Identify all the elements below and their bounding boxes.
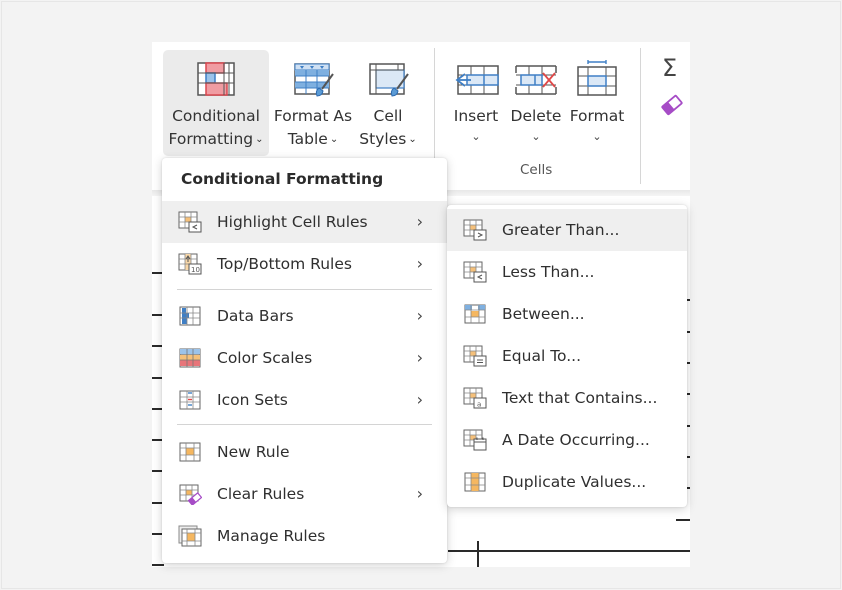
- submenu-item-label: Text that Contains...: [502, 389, 658, 407]
- label-text: Styles: [359, 130, 407, 148]
- clear-rules-icon: [179, 484, 202, 505]
- submenu-item-label: A Date Occurring...: [502, 431, 650, 449]
- grid-line: [676, 519, 690, 521]
- menu-item-manage-rules[interactable]: Manage Rules: [162, 515, 447, 557]
- insert-label: Insert: [453, 107, 499, 125]
- menu-separator: [177, 289, 432, 290]
- submenu-item-label: Duplicate Values...: [502, 473, 647, 491]
- date-occurring-icon: [463, 429, 487, 451]
- insert-cells-button[interactable]: Insert ⌄: [448, 50, 504, 156]
- top-bottom-rules-icon: 10: [178, 253, 202, 275]
- chevron-right-icon: ›: [416, 348, 423, 367]
- label-text: Formatting: [168, 130, 254, 148]
- menu-item-highlight-cell-rules[interactable]: Highlight Cell Rules ›: [162, 201, 447, 243]
- grid-line: [152, 564, 164, 566]
- new-rule-icon: [179, 442, 201, 462]
- insert-cells-icon: [455, 65, 499, 95]
- menu-item-color-scales[interactable]: Color Scales ›: [162, 337, 447, 379]
- submenu-item-label: Equal To...: [502, 347, 582, 365]
- submenu-item-equal-to[interactable]: Equal To...: [447, 335, 687, 377]
- grid-line: [448, 550, 690, 552]
- submenu-item-between[interactable]: Between...: [447, 293, 687, 335]
- less-than-icon: [463, 261, 487, 283]
- chevron-right-icon: ›: [416, 484, 423, 503]
- menu-item-label: Highlight Cell Rules: [217, 213, 368, 231]
- submenu-item-label: Less Than...: [502, 263, 595, 281]
- format-as-table-button[interactable]: Format As Table ⌄: [270, 50, 356, 156]
- conditional-formatting-menu: Conditional Formatting Highlight Cell Ru…: [162, 158, 447, 563]
- chevron-down-icon: ⌄: [408, 134, 417, 145]
- equal-to-icon: [463, 345, 487, 367]
- text-contains-icon: a: [463, 387, 487, 409]
- submenu-item-duplicate-values[interactable]: Duplicate Values...: [447, 461, 687, 503]
- highlight-cell-rules-icon: [178, 211, 202, 233]
- menu-item-label: Manage Rules: [217, 527, 326, 545]
- eraser-icon[interactable]: [660, 94, 684, 116]
- highlight-cell-rules-submenu: Greater Than... Less Than... Between...: [447, 205, 687, 507]
- delete-cells-icon: [515, 65, 557, 95]
- menu-item-top-bottom-rules[interactable]: 10 Top/Bottom Rules ›: [162, 243, 447, 285]
- chevron-down-icon: ⌄: [592, 130, 602, 143]
- format-as-table-icon: [294, 63, 334, 97]
- format-cells-icon: [577, 60, 617, 96]
- menu-item-label: New Rule: [217, 443, 290, 461]
- svg-text:a: a: [477, 401, 481, 409]
- duplicate-values-icon: [464, 472, 486, 492]
- cell-styles-button[interactable]: Cell Styles ⌄: [356, 50, 420, 156]
- label-text: Table: [287, 130, 328, 148]
- menu-item-icon-sets[interactable]: Icon Sets ›: [162, 379, 447, 421]
- icon-sets-icon: [179, 390, 201, 410]
- submenu-item-less-than[interactable]: Less Than...: [447, 251, 687, 293]
- chevron-right-icon: ›: [416, 254, 423, 273]
- conditional-formatting-label-line2: Formatting ⌄: [168, 128, 263, 153]
- greater-than-icon: [463, 219, 487, 241]
- cell-styles-label-line2: Styles ⌄: [359, 128, 416, 153]
- cells-group-label: Cells: [520, 162, 553, 178]
- chevron-down-icon: ⌄: [329, 134, 339, 145]
- format-as-table-label-line2: Table ⌄: [288, 128, 338, 153]
- menu-item-label: Color Scales: [217, 349, 313, 367]
- menu-item-label: Clear Rules: [217, 485, 305, 503]
- svg-text:10: 10: [191, 266, 200, 274]
- chevron-down-icon: ⌄: [255, 134, 264, 145]
- data-bars-icon: [179, 306, 201, 326]
- menu-item-label: Icon Sets: [217, 391, 288, 409]
- color-scales-icon: [179, 348, 201, 368]
- between-icon: [464, 304, 486, 324]
- menu-title: Conditional Formatting: [181, 170, 384, 188]
- menu-item-label: Top/Bottom Rules: [217, 255, 352, 273]
- chevron-down-icon: ⌄: [471, 130, 481, 143]
- grid-line: [477, 541, 479, 567]
- delete-label: Delete: [510, 107, 562, 125]
- menu-separator: [177, 424, 432, 425]
- menu-item-data-bars[interactable]: Data Bars ›: [162, 295, 447, 337]
- group-separator: [640, 48, 641, 184]
- menu-item-new-rule[interactable]: New Rule: [162, 431, 447, 473]
- chevron-right-icon: ›: [416, 306, 423, 325]
- manage-rules-icon: [178, 525, 202, 547]
- format-cells-button[interactable]: Format ⌄: [566, 50, 628, 156]
- delete-cells-button[interactable]: Delete ⌄: [508, 50, 564, 156]
- sigma-icon[interactable]: Σ: [662, 54, 686, 82]
- submenu-item-date-occurring[interactable]: A Date Occurring...: [447, 419, 687, 461]
- chevron-down-icon: ⌄: [531, 130, 541, 143]
- submenu-item-label: Between...: [502, 305, 585, 323]
- submenu-item-greater-than[interactable]: Greater Than...: [447, 209, 687, 251]
- cell-styles-label-line1: Cell: [373, 107, 403, 125]
- chevron-right-icon: ›: [416, 212, 423, 231]
- chevron-right-icon: ›: [416, 390, 423, 409]
- conditional-formatting-button[interactable]: Conditional Formatting ⌄: [163, 50, 269, 156]
- submenu-item-label: Greater Than...: [502, 221, 620, 239]
- format-label: Format: [569, 107, 625, 125]
- conditional-formatting-icon: [197, 62, 235, 96]
- group-separator: [434, 48, 435, 158]
- format-as-table-label-line1: Format As: [273, 107, 353, 125]
- menu-item-clear-rules[interactable]: Clear Rules ›: [162, 473, 447, 515]
- conditional-formatting-label-line1: Conditional: [172, 107, 260, 125]
- cell-styles-icon: [369, 63, 409, 97]
- submenu-item-text-contains[interactable]: a Text that Contains...: [447, 377, 687, 419]
- menu-item-label: Data Bars: [217, 307, 294, 325]
